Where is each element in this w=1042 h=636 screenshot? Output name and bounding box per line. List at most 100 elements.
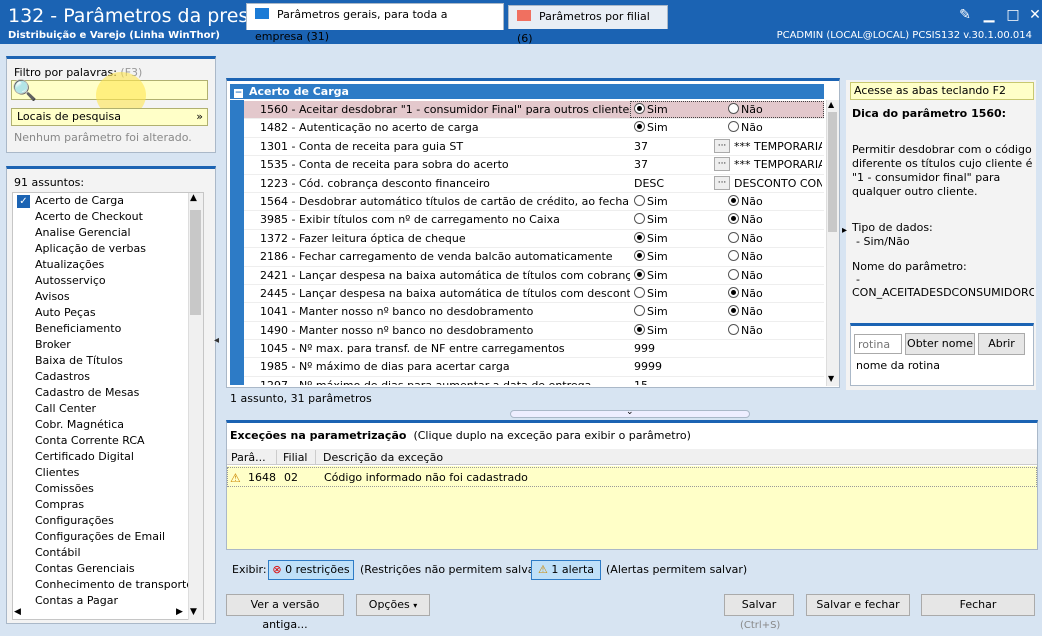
radio-sim[interactable]: Sim: [634, 286, 668, 300]
restrictions-button[interactable]: ⊗ 0 restrições: [268, 560, 354, 580]
list-item[interactable]: Cadastro de Mesas: [13, 385, 203, 401]
param-row[interactable]: 1297 - Nº máximo de dias para aumentar a…: [244, 377, 824, 385]
list-item[interactable]: Cadastros: [13, 369, 203, 385]
radio-icon[interactable]: [634, 323, 645, 335]
radio-nao[interactable]: Não: [728, 250, 763, 263]
list-item[interactable]: Comissões: [13, 481, 203, 497]
radio-nao[interactable]: Não: [728, 268, 763, 282]
radio-icon[interactable]: [728, 231, 739, 243]
lookup-button[interactable]: ···: [714, 157, 730, 172]
subjects-list[interactable]: ✓ Acerto de Carga Acerto de Checkout Anal…: [12, 192, 204, 620]
collapse-icon[interactable]: −: [234, 89, 243, 98]
scroll-up-icon[interactable]: ▲: [828, 100, 834, 109]
locais-select[interactable]: Locais de pesquisa»: [11, 108, 208, 126]
param-row[interactable]: 1482 - Autenticação no acerto de carga Si…: [244, 119, 824, 138]
radio-sim[interactable]: Sim: [634, 194, 668, 208]
radio-icon[interactable]: [634, 213, 645, 225]
radio-sim[interactable]: Sim: [634, 305, 668, 318]
list-item[interactable]: Acerto de Checkout: [13, 209, 203, 225]
lookup-button[interactable]: ···: [714, 138, 730, 153]
list-item[interactable]: Conta Corrente RCA: [13, 433, 203, 449]
expand-right-icon[interactable]: ▸: [842, 225, 847, 236]
radio-nao[interactable]: Não: [728, 121, 763, 134]
list-item[interactable]: Atualizações: [13, 257, 203, 273]
table-row[interactable]: ⚠ 1648 02 Código informado não foi cadas…: [227, 467, 1037, 487]
radio-icon[interactable]: [634, 231, 645, 243]
radio-nao[interactable]: Não: [728, 194, 763, 208]
lookup-button[interactable]: ···: [714, 175, 730, 190]
list-item[interactable]: Cobr. Magnética: [13, 417, 203, 433]
radio-icon[interactable]: [728, 121, 739, 133]
list-item[interactable]: Configurações: [13, 513, 203, 529]
get-name-button[interactable]: Obter nome: [905, 333, 975, 355]
param-row[interactable]: 1041 - Manter nosso nº banco no desdobra…: [244, 303, 824, 322]
radio-sim[interactable]: Sim: [634, 231, 668, 245]
param-row[interactable]: 1564 - Desdobrar automático títulos de c…: [244, 193, 824, 212]
maximize-button[interactable]: □: [1002, 4, 1024, 26]
list-item[interactable]: Auto Peças: [13, 305, 203, 321]
param-row[interactable]: 2421 - Lançar despesa na baixa automátic…: [244, 267, 824, 285]
radio-icon[interactable]: [728, 250, 739, 262]
list-item[interactable]: Avisos: [13, 289, 203, 305]
param-value[interactable]: DESC: [634, 177, 664, 190]
radio-sim[interactable]: Sim: [634, 323, 668, 337]
list-item[interactable]: ✓ Acerto de Carga: [13, 193, 203, 209]
radio-nao[interactable]: Não: [728, 323, 763, 337]
radio-icon[interactable]: [728, 194, 739, 206]
list-item[interactable]: Compras: [13, 497, 203, 513]
list-item[interactable]: Conhecimento de transporte ele: [13, 577, 203, 593]
param-value[interactable]: 37: [634, 158, 648, 171]
param-row[interactable]: 1223 - Cód. cobrança desconto financeiro…: [244, 175, 824, 193]
param-value[interactable]: 999: [634, 342, 655, 355]
scroll-up-icon[interactable]: ▲: [190, 193, 197, 203]
param-value[interactable]: 37: [634, 140, 648, 153]
column-header[interactable]: Descrição da exceção: [320, 450, 520, 465]
column-header[interactable]: Parâ...: [229, 450, 277, 465]
param-row[interactable]: 1490 - Manter nosso nº banco no desdobra…: [244, 322, 824, 341]
list-item[interactable]: Autosserviço: [13, 273, 203, 289]
radio-icon[interactable]: [728, 268, 739, 280]
group-header[interactable]: − Acerto de Carga: [230, 84, 824, 99]
list-item[interactable]: Clientes: [13, 465, 203, 481]
list-item[interactable]: Contábil: [13, 545, 203, 561]
list-item[interactable]: Certificado Digital: [13, 449, 203, 465]
list-item[interactable]: Aplicação de verbas: [13, 241, 203, 257]
alerts-button[interactable]: ⚠ 1 alerta: [531, 560, 601, 580]
radio-nao[interactable]: Não: [728, 286, 763, 300]
radio-sim[interactable]: Sim: [634, 213, 668, 226]
param-value[interactable]: 9999: [634, 360, 662, 373]
radio-sim[interactable]: Sim: [634, 250, 668, 263]
radio-sim[interactable]: Sim: [634, 121, 668, 134]
save-button[interactable]: Salvar: [724, 594, 794, 616]
param-row[interactable]: 1985 - Nº máximo de dias para acertar ca…: [244, 358, 824, 377]
param-row[interactable]: 1372 - Fazer leitura óptica de cheque Sim…: [244, 230, 824, 249]
param-row[interactable]: 1560 - Aceitar desdobrar "1 - consumidor…: [244, 101, 824, 120]
minimize-button[interactable]: ▁: [978, 4, 1000, 26]
param-value[interactable]: 15: [634, 379, 648, 385]
param-row[interactable]: 1045 - Nº max. para transf. de NF entre …: [244, 340, 824, 359]
options-button[interactable]: Opções ▾: [356, 594, 430, 616]
radio-icon[interactable]: [634, 286, 645, 298]
param-row[interactable]: 3985 - Exibir títulos com nº de carregam…: [244, 211, 824, 230]
list-item[interactable]: Baixa de Títulos: [13, 353, 203, 369]
scroll-left-icon[interactable]: ◀: [14, 607, 21, 617]
param-row[interactable]: 2445 - Lançar despesa na baixa automátic…: [244, 285, 824, 304]
list-item[interactable]: Analise Gerencial: [13, 225, 203, 241]
close-button[interactable]: Fechar: [921, 594, 1035, 616]
scroll-right-icon[interactable]: ▶: [176, 607, 183, 617]
scroll-thumb[interactable]: [190, 210, 201, 315]
checkbox-icon[interactable]: ✓: [17, 194, 30, 208]
radio-icon[interactable]: [634, 121, 645, 133]
param-row[interactable]: 2186 - Fechar carregamento de venda balc…: [244, 248, 824, 267]
chevron-down-icon[interactable]: ⌄: [626, 407, 634, 417]
radio-icon[interactable]: [728, 213, 739, 225]
radio-icon[interactable]: [634, 194, 645, 206]
close-window-button[interactable]: ✕: [1024, 4, 1042, 26]
list-item[interactable]: Broker: [13, 337, 203, 353]
routine-input[interactable]: [854, 334, 902, 354]
radio-icon[interactable]: [634, 250, 645, 262]
list-item[interactable]: Configurações de Email: [13, 529, 203, 545]
list-item[interactable]: Contas Gerenciais: [13, 561, 203, 577]
radio-nao[interactable]: Não: [728, 231, 763, 245]
edit-icon[interactable]: ✎: [954, 4, 976, 26]
